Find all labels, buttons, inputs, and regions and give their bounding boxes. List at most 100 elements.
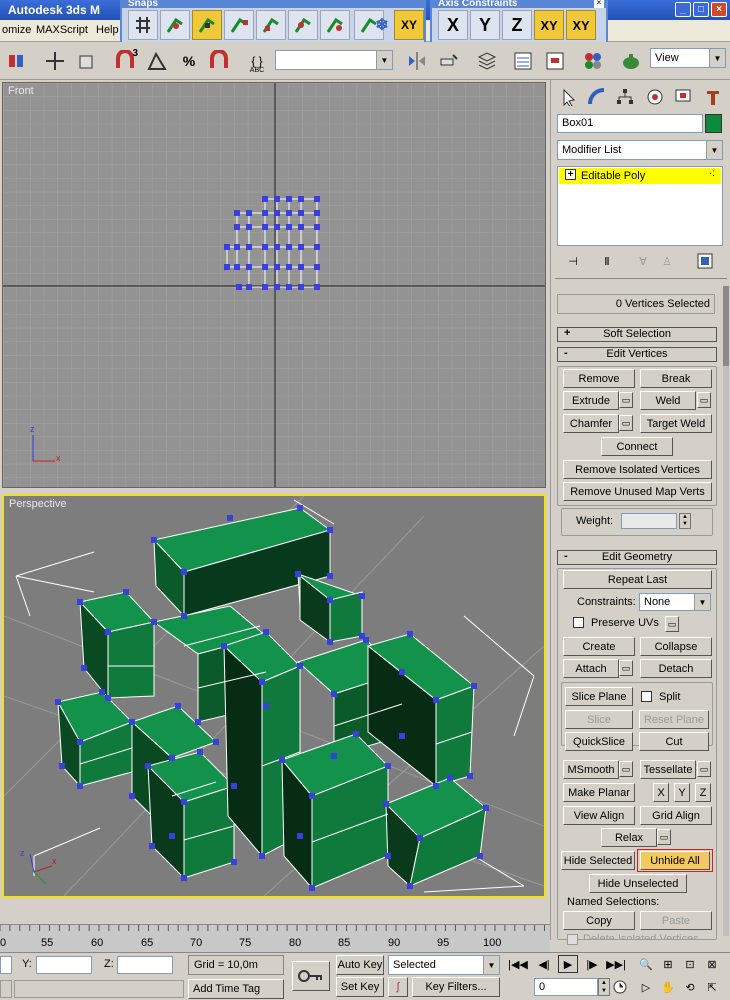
align-icon[interactable] bbox=[436, 48, 462, 74]
perspective-viewport-label[interactable]: Perspective bbox=[9, 498, 66, 510]
break-vertex-button[interactable]: Break bbox=[640, 369, 712, 388]
make-unique-icon[interactable]: ∀ bbox=[633, 252, 653, 270]
command-panel-scrollbar[interactable] bbox=[723, 286, 729, 936]
select-move-icon[interactable] bbox=[42, 48, 68, 74]
pan-view-icon[interactable]: ✋ bbox=[658, 978, 678, 996]
msmooth-button[interactable]: MSmooth bbox=[563, 760, 619, 779]
endpoint-snap-button[interactable] bbox=[224, 10, 254, 40]
modify-tab-icon[interactable] bbox=[587, 88, 607, 106]
weight-spinner[interactable]: ▲ ▼ bbox=[679, 513, 691, 529]
motion-tab-icon[interactable] bbox=[645, 88, 665, 106]
midpoint-snap-button[interactable] bbox=[288, 10, 318, 40]
maximize-viewport-icon[interactable]: ⇱ bbox=[702, 978, 722, 996]
axis-z-button[interactable]: Z bbox=[502, 10, 532, 40]
split-checkbox[interactable] bbox=[641, 691, 652, 702]
previous-frame-icon[interactable]: ◀| bbox=[534, 955, 554, 973]
paste-selection-button[interactable]: Paste bbox=[640, 911, 712, 930]
display-tab-icon[interactable] bbox=[673, 88, 693, 106]
zoom-extents-all-icon[interactable]: ⊠ bbox=[702, 955, 722, 973]
planar-y-button[interactable]: Y bbox=[674, 783, 690, 802]
edit-named-selection-icon[interactable]: ABC { } bbox=[244, 48, 270, 74]
select-filter-icon[interactable] bbox=[4, 48, 30, 74]
set-key-mode-button[interactable] bbox=[292, 961, 330, 991]
tessellate-button[interactable]: Tessellate bbox=[640, 760, 696, 779]
y-coordinate-input[interactable] bbox=[36, 956, 92, 974]
scrollbar-thumb[interactable] bbox=[723, 286, 729, 366]
current-frame-input[interactable]: 0 bbox=[534, 978, 598, 996]
planar-z-button[interactable]: Z bbox=[695, 783, 711, 802]
attach-list-button[interactable]: ▭ bbox=[619, 660, 633, 676]
view-align-button[interactable]: View Align bbox=[563, 806, 635, 825]
snap-xy-button[interactable]: XY bbox=[394, 10, 424, 40]
field-of-view-icon[interactable]: ▷ bbox=[636, 978, 656, 996]
mirror-icon[interactable] bbox=[404, 48, 430, 74]
object-color-swatch[interactable] bbox=[705, 114, 722, 133]
create-button[interactable]: Create bbox=[563, 637, 635, 656]
spinner-snap-icon[interactable] bbox=[206, 48, 232, 74]
attach-button[interactable]: Attach bbox=[563, 659, 619, 678]
delete-isolated-checkbox[interactable] bbox=[567, 934, 578, 945]
edit-vertices-rollout[interactable]: - Edit Vertices bbox=[557, 347, 717, 362]
hide-unselected-button[interactable]: Hide Unselected bbox=[589, 874, 687, 893]
axis-x-button[interactable]: X bbox=[438, 10, 468, 40]
key-mode-dropdown[interactable]: Selected ▼ bbox=[388, 955, 500, 975]
configure-modifier-sets-icon[interactable] bbox=[695, 252, 715, 270]
auto-key-button[interactable]: Auto Key bbox=[336, 955, 384, 975]
detach-button[interactable]: Detach bbox=[640, 659, 712, 678]
default-tangents-button[interactable]: ∫ bbox=[388, 977, 408, 997]
zoom-extents-icon[interactable]: ⊡ bbox=[680, 955, 700, 973]
perspective-viewport[interactable]: z x Perspective bbox=[2, 494, 546, 898]
chamfer-vertex-button[interactable]: Chamfer bbox=[563, 414, 619, 433]
x-coordinate-input[interactable] bbox=[0, 956, 12, 974]
weld-settings-button[interactable]: ▭ bbox=[697, 392, 711, 408]
reset-plane-button[interactable]: Reset Plane bbox=[639, 710, 709, 729]
go-to-start-icon[interactable]: |◀◀ bbox=[508, 955, 528, 973]
chamfer-settings-button[interactable]: ▭ bbox=[619, 415, 633, 431]
menu-help[interactable]: Help bbox=[96, 24, 119, 36]
named-selection-dropdown[interactable]: ▼ bbox=[275, 50, 393, 70]
material-editor-icon[interactable] bbox=[580, 48, 606, 74]
planar-x-button[interactable]: X bbox=[653, 783, 669, 802]
collapse-button[interactable]: Collapse bbox=[640, 637, 712, 656]
go-to-end-icon[interactable]: ▶▶| bbox=[606, 955, 626, 973]
show-end-result-icon[interactable]: Ⅱ bbox=[597, 252, 617, 270]
percent-snap-icon[interactable]: % bbox=[176, 48, 202, 74]
layer-manager-icon[interactable] bbox=[474, 48, 500, 74]
menu-maxscript[interactable]: MAXScript bbox=[36, 24, 88, 36]
remove-modifier-icon[interactable]: ♙ bbox=[657, 252, 677, 270]
add-time-tag-button[interactable]: Add Time Tag bbox=[188, 979, 284, 999]
target-weld-button[interactable]: Target Weld bbox=[640, 414, 712, 433]
maximize-button[interactable]: □ bbox=[693, 2, 709, 17]
tessellate-settings-button[interactable]: ▭ bbox=[697, 761, 711, 777]
grid-align-button[interactable]: Grid Align bbox=[640, 806, 712, 825]
snap-toggle-icon[interactable]: 3 bbox=[112, 48, 138, 74]
time-configuration-icon[interactable] bbox=[610, 978, 630, 996]
snowflake-snap-button[interactable]: ❄ bbox=[370, 10, 394, 40]
modifier-list-dropdown[interactable]: Modifier List ▼ bbox=[557, 140, 723, 160]
remove-isolated-vertices-button[interactable]: Remove Isolated Vertices bbox=[563, 460, 712, 479]
cut-button[interactable]: Cut bbox=[639, 732, 709, 751]
hierarchy-tab-icon[interactable] bbox=[615, 88, 635, 106]
reference-coordinate-dropdown[interactable]: View ▼ bbox=[650, 48, 726, 68]
slice-button[interactable]: Slice bbox=[565, 710, 633, 729]
hide-selected-button[interactable]: Hide Selected bbox=[561, 851, 635, 870]
axis-toolbar-close-icon[interactable]: × bbox=[594, 0, 604, 8]
arc-rotate-icon[interactable]: ⟲ bbox=[680, 978, 700, 996]
next-frame-icon[interactable]: |▶ bbox=[582, 955, 602, 973]
axis-y-button[interactable]: Y bbox=[470, 10, 500, 40]
axis-xy-button[interactable]: XY bbox=[534, 10, 564, 40]
edit-geometry-rollout[interactable]: - Edit Geometry bbox=[557, 550, 717, 565]
remove-unused-map-verts-button[interactable]: Remove Unused Map Verts bbox=[563, 482, 712, 501]
select-rotate-icon[interactable] bbox=[74, 48, 100, 74]
angle-snap-icon[interactable] bbox=[144, 48, 170, 74]
set-key-button[interactable]: Set Key bbox=[336, 977, 384, 997]
extrude-settings-button[interactable]: ▭ bbox=[619, 392, 633, 408]
minimize-button[interactable]: _ bbox=[675, 2, 691, 17]
schematic-view-icon[interactable] bbox=[542, 48, 568, 74]
axis-xy-cycle-button[interactable]: XY bbox=[566, 10, 596, 40]
weld-vertex-button[interactable]: Weld bbox=[640, 391, 696, 410]
weight-input[interactable] bbox=[621, 513, 677, 529]
curve-editor-icon[interactable] bbox=[510, 48, 536, 74]
unhide-all-button[interactable]: Unhide All bbox=[640, 851, 710, 870]
pin-stack-icon[interactable]: ⊣ bbox=[563, 252, 583, 270]
